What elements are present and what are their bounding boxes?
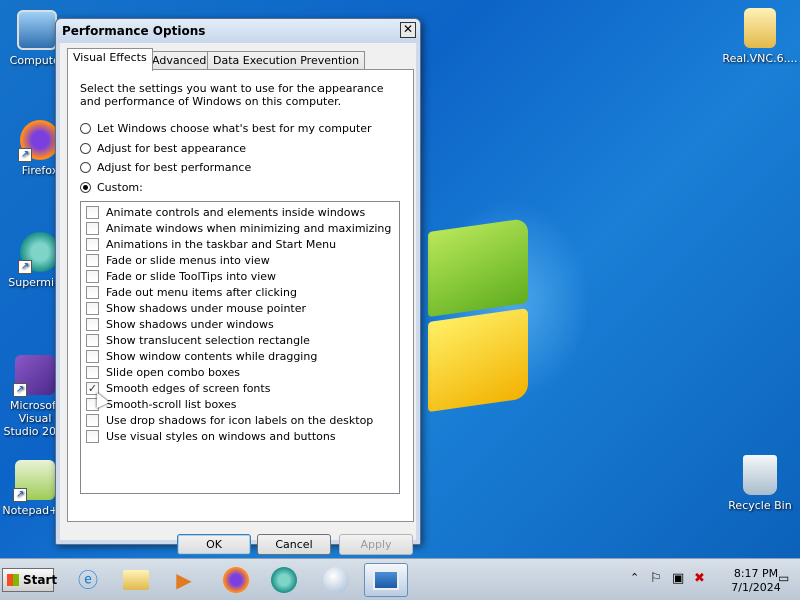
windows-logo-wallpaper [420, 205, 550, 415]
firefox-icon: ↗ [18, 120, 60, 162]
performance-options-icon[interactable] [364, 563, 408, 597]
show-hidden-icons-icon[interactable]: ⌃ [630, 571, 639, 584]
action-center-flag-icon[interactable]: ⚐ [650, 571, 662, 586]
checkbox[interactable] [86, 269, 99, 283]
ok-button[interactable]: OK [177, 534, 251, 555]
list-item[interactable]: Slide open combo boxes [86, 364, 240, 380]
radio-button[interactable] [80, 122, 91, 134]
orb-icon[interactable] [318, 563, 354, 597]
visual-effects-panel: Select the settings you want to use for … [67, 69, 414, 522]
notepad-plus-plus-icon: ↗ [13, 460, 55, 502]
list-item[interactable]: Show shadows under windows [86, 316, 274, 332]
tab-advanced[interactable]: Advanced [146, 51, 213, 70]
close-button[interactable]: ✕ [400, 22, 416, 38]
checkbox[interactable] [86, 365, 99, 379]
list-item[interactable]: Show shadows under mouse pointer [86, 300, 306, 316]
visual-effects-list[interactable]: Animate controls and elements inside win… [80, 201, 400, 494]
list-item[interactable]: Fade or slide menus into view [86, 252, 270, 268]
radio-label: Adjust for best appearance [97, 141, 247, 155]
radio-button[interactable] [80, 142, 91, 154]
checkbox[interactable] [86, 205, 99, 219]
tab-visual-effects[interactable]: Visual Effects [67, 48, 153, 71]
desktop-icon-real-vnc[interactable]: Real.VNC.6.... [722, 8, 798, 65]
computer-icon [17, 10, 57, 50]
cancel-button[interactable]: Cancel [257, 534, 331, 555]
checkbox[interactable] [86, 333, 99, 347]
network-icon[interactable]: ▣ [672, 571, 684, 586]
list-item[interactable]: Fade out menu items after clicking [86, 284, 297, 300]
radio-best-performance[interactable]: Adjust for best performance [80, 159, 251, 175]
radio-best-appearance[interactable]: Adjust for best appearance [80, 140, 246, 156]
volume-muted-icon[interactable]: ✖ [694, 571, 705, 586]
checkbox[interactable] [86, 429, 99, 443]
supermium-icon[interactable] [266, 563, 302, 597]
dialog-title: Performance Options [62, 24, 206, 38]
checkbox[interactable] [86, 301, 99, 315]
description-text: Select the settings you want to use for … [80, 82, 384, 108]
radio-label: Custom: [97, 180, 143, 194]
windows-explorer-icon[interactable] [118, 563, 154, 597]
windows-flag-icon [7, 574, 19, 586]
supermium-icon: ↗ [18, 232, 60, 274]
checkbox[interactable] [86, 317, 99, 331]
checkbox[interactable] [86, 285, 99, 299]
list-item[interactable]: Show translucent selection rectangle [86, 332, 310, 348]
radio-label: Adjust for best performance [97, 160, 252, 174]
show-desktop-icon[interactable]: ▭ [778, 571, 789, 585]
clock-time: 8:17 PM [733, 567, 779, 580]
folder-zip-icon [744, 8, 776, 48]
firefox-icon[interactable] [218, 563, 254, 597]
checkbox[interactable] [86, 221, 99, 235]
radio-label: Let Windows choose what's best for my co… [97, 121, 372, 135]
radio-button[interactable] [80, 161, 91, 173]
visual-studio-icon: ↗ [13, 355, 55, 397]
apply-button[interactable]: Apply [339, 534, 413, 555]
desktop-icon-recycle-bin[interactable]: Recycle Bin [725, 455, 795, 512]
radio-custom[interactable]: Custom: [80, 179, 143, 195]
checkbox[interactable] [86, 349, 99, 363]
checkbox[interactable] [86, 237, 99, 251]
radio-let-windows-choose[interactable]: Let Windows choose what's best for my co… [80, 120, 372, 136]
system-tray: ⌃ ⚐ ▣ ✖ 8:17 PM 7/1/2024 ▭ [626, 563, 798, 597]
close-icon: ✕ [402, 22, 414, 36]
start-button[interactable]: Start [2, 568, 57, 592]
checkbox[interactable] [86, 413, 99, 427]
clock[interactable]: 8:17 PM 7/1/2024 [726, 567, 786, 595]
list-item[interactable]: Animate controls and elements inside win… [86, 204, 365, 220]
internet-explorer-icon[interactable]: ⓔ [70, 563, 106, 597]
list-item[interactable]: ✓ Smooth edges of screen fonts [86, 380, 270, 396]
list-item[interactable]: Use drop shadows for icon labels on the … [86, 412, 373, 428]
list-item[interactable]: Animate windows when minimizing and maxi… [86, 220, 391, 236]
title-bar[interactable]: Performance Options ✕ [56, 19, 420, 43]
performance-options-dialog: Performance Options ✕ Visual Effects Adv… [55, 18, 421, 555]
tab-data-execution-prevention[interactable]: Data Execution Prevention [207, 51, 366, 70]
list-item[interactable]: Show window contents while dragging [86, 348, 317, 364]
taskbar: Start ⓔ ▶ ⌃ ⚐ ▣ ✖ 8:17 PM 7/1/2024 ▭ [0, 558, 800, 600]
checkbox[interactable] [86, 253, 99, 267]
list-item[interactable]: Animations in the taskbar and Start Menu [86, 236, 336, 252]
list-item[interactable]: Smooth-scroll list boxes [86, 396, 237, 412]
dialog-client: Visual Effects Advanced Data Execution P… [60, 43, 416, 555]
list-item[interactable]: Use visual styles on windows and buttons [86, 428, 336, 444]
list-item[interactable]: Fade or slide ToolTips into view [86, 268, 276, 284]
radio-button[interactable] [80, 181, 91, 193]
media-player-icon[interactable]: ▶ [166, 563, 202, 597]
clock-date: 7/1/2024 [731, 581, 781, 594]
recycle-bin-icon [743, 455, 777, 495]
